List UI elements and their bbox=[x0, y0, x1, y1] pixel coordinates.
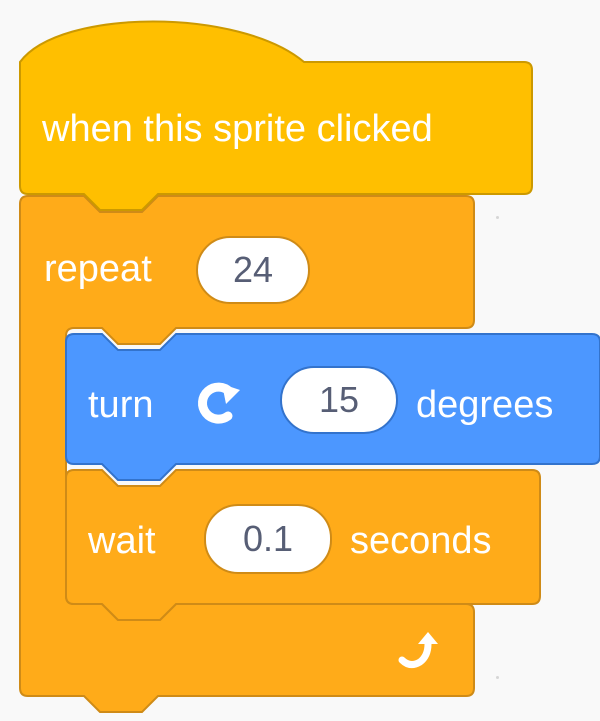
scratch-script-area: when this sprite clicked repeat 24 turn … bbox=[0, 0, 600, 721]
turn-unit-label: degrees bbox=[416, 384, 554, 426]
workspace-grid-dot bbox=[496, 676, 499, 679]
rotate-clockwise-icon bbox=[198, 382, 240, 424]
wait-block-label: wait bbox=[88, 520, 156, 562]
loop-arrow-icon bbox=[398, 632, 438, 669]
wait-unit-label: seconds bbox=[350, 520, 492, 562]
repeat-block-label: repeat bbox=[44, 248, 152, 290]
wait-seconds-input[interactable]: 0.1 bbox=[204, 504, 332, 574]
turn-block-label: turn bbox=[88, 384, 154, 426]
repeat-count-input[interactable]: 24 bbox=[196, 236, 310, 304]
turn-degrees-input[interactable]: 15 bbox=[280, 366, 398, 434]
workspace-grid-dot bbox=[496, 216, 499, 219]
hat-block-label: when this sprite clicked bbox=[42, 108, 433, 150]
